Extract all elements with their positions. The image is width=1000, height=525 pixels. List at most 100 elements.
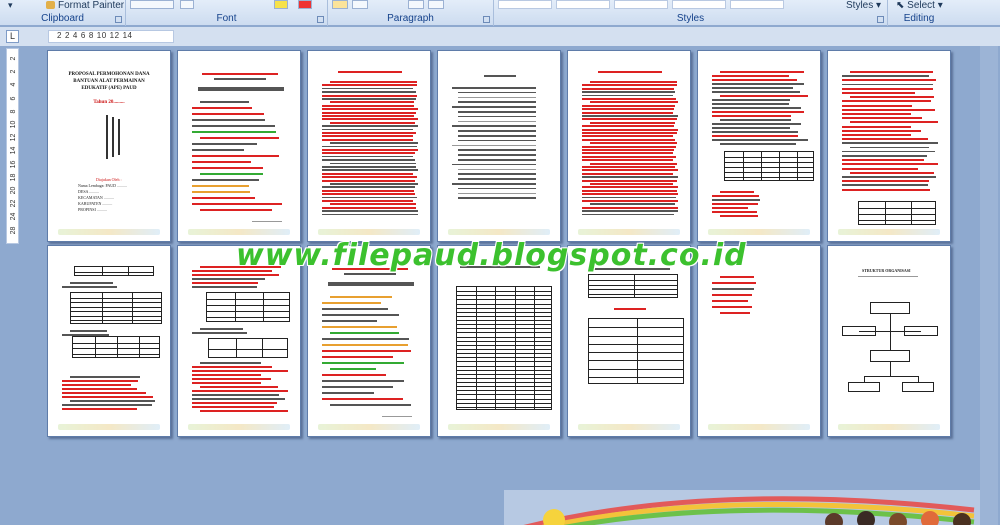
text-line bbox=[192, 366, 272, 368]
table-col-rule bbox=[634, 275, 635, 297]
text-line bbox=[70, 400, 155, 402]
line-spacing-button[interactable] bbox=[408, 0, 424, 9]
align-center-button[interactable] bbox=[352, 0, 368, 9]
bold-button[interactable] bbox=[180, 0, 194, 9]
page-thumbnail-13[interactable] bbox=[697, 245, 821, 437]
page-footer-banner bbox=[578, 424, 680, 430]
page-thumbnail-11[interactable] bbox=[437, 245, 561, 437]
tab-selector[interactable]: L bbox=[6, 30, 19, 43]
highlight-button[interactable] bbox=[274, 0, 288, 9]
horizontal-ruler[interactable]: 2 2 4 6 8 10 12 14 bbox=[48, 30, 174, 43]
page-thumbnail-7[interactable] bbox=[827, 50, 951, 242]
text-line bbox=[458, 115, 536, 118]
text-line bbox=[322, 166, 416, 168]
style-title[interactable] bbox=[730, 0, 784, 9]
text-line bbox=[192, 143, 257, 145]
page-thumbnail-6[interactable] bbox=[697, 50, 821, 242]
select-button[interactable]: ⬉ Select ▾ bbox=[896, 0, 943, 11]
text-line bbox=[62, 384, 131, 386]
org-chart-connector bbox=[918, 376, 919, 382]
text-line bbox=[322, 94, 417, 97]
text-line bbox=[322, 138, 413, 141]
text-line bbox=[192, 113, 264, 115]
style-heading-1[interactable] bbox=[614, 0, 668, 9]
page-thumbnail-2[interactable] bbox=[177, 50, 301, 242]
text-line bbox=[458, 135, 536, 137]
text-line bbox=[344, 273, 396, 275]
text-line bbox=[582, 206, 678, 209]
text-line bbox=[458, 173, 536, 175]
page-thumbnail-9[interactable] bbox=[177, 245, 301, 437]
font-launcher-icon[interactable] bbox=[317, 16, 324, 23]
styles-launcher-icon[interactable] bbox=[877, 16, 884, 23]
text-line bbox=[322, 213, 418, 216]
org-chart-connector bbox=[864, 376, 918, 377]
text-line bbox=[452, 106, 536, 108]
table-row-rule bbox=[207, 305, 289, 306]
table-row-rule bbox=[71, 297, 161, 299]
text-line bbox=[712, 75, 789, 77]
page-thumbnail-8[interactable] bbox=[47, 245, 171, 437]
vertical-ruler[interactable]: 2 2 4 6 8 10 12 14 16 18 20 22 24 28 bbox=[6, 48, 19, 244]
text-line bbox=[322, 200, 413, 202]
page-thumbnail-1[interactable]: PROPOSAL PERMOHONAN DANA BANTUAN ALAT PE… bbox=[47, 50, 171, 242]
page-thumbnail-4[interactable] bbox=[437, 50, 561, 242]
change-styles-button[interactable]: Styles ▾ bbox=[846, 0, 881, 11]
table-col-rule bbox=[95, 337, 96, 357]
style-no-spacing[interactable] bbox=[556, 0, 610, 9]
page-thumbnail-5[interactable] bbox=[567, 50, 691, 242]
font-size-box[interactable] bbox=[130, 0, 174, 9]
paragraph-group: Paragraph bbox=[328, 0, 494, 26]
text-line bbox=[322, 179, 415, 182]
text-line bbox=[330, 81, 417, 83]
vertical-ruler-number: 28 bbox=[10, 226, 17, 234]
text-line bbox=[198, 89, 284, 91]
text-line bbox=[842, 117, 922, 120]
style-heading-2[interactable] bbox=[672, 0, 726, 9]
cover-year: Tahun 20......... bbox=[93, 100, 125, 105]
table-row-rule bbox=[457, 398, 551, 400]
text-line bbox=[582, 189, 677, 192]
page-thumbnail-10[interactable] bbox=[307, 245, 431, 437]
page-footer-banner bbox=[58, 229, 160, 235]
text-line bbox=[330, 101, 414, 104]
table-row-rule bbox=[457, 357, 551, 359]
text-line bbox=[322, 320, 377, 322]
page-thumbnail-14[interactable]: STRUKTUR ORGANISASI bbox=[827, 245, 951, 437]
style-normal[interactable] bbox=[498, 0, 552, 9]
table-row-rule bbox=[207, 299, 289, 300]
table-row-rule bbox=[589, 352, 683, 353]
table-row-rule bbox=[71, 311, 161, 313]
page-footer-banner bbox=[838, 424, 940, 430]
text-line bbox=[720, 276, 754, 278]
text-line bbox=[712, 123, 801, 125]
text-line bbox=[842, 142, 938, 144]
align-left-button[interactable] bbox=[332, 0, 348, 9]
text-line bbox=[720, 312, 750, 314]
format-painter-icon[interactable] bbox=[46, 1, 55, 9]
table-row-rule bbox=[457, 382, 551, 384]
text-line bbox=[842, 176, 936, 178]
text-line bbox=[70, 376, 140, 378]
text-line bbox=[590, 101, 678, 104]
table-row-rule bbox=[71, 306, 161, 308]
text-line bbox=[322, 338, 409, 340]
table-col-rule bbox=[235, 293, 236, 321]
clipboard-group: ▾ Format Painter Clipboard bbox=[0, 0, 126, 26]
page-thumbnail-3[interactable] bbox=[307, 50, 431, 242]
paragraph-launcher-icon[interactable] bbox=[483, 16, 490, 23]
table-row-rule bbox=[207, 311, 289, 312]
format-painter-button[interactable]: Format Painter bbox=[58, 0, 124, 11]
font-color-button[interactable] bbox=[298, 0, 312, 9]
text-line bbox=[322, 314, 399, 316]
org-chart-connector bbox=[890, 314, 891, 350]
shading-button[interactable] bbox=[428, 0, 444, 9]
clipboard-launcher-icon[interactable] bbox=[115, 16, 122, 23]
text-line bbox=[322, 135, 413, 138]
vertical-scrollbar[interactable] bbox=[980, 46, 998, 525]
text-line bbox=[582, 196, 676, 199]
text-line bbox=[458, 154, 536, 156]
page-thumbnail-12[interactable] bbox=[567, 245, 691, 437]
clipboard-dropdown-icon[interactable]: ▾ bbox=[8, 0, 13, 11]
text-line bbox=[192, 125, 275, 127]
